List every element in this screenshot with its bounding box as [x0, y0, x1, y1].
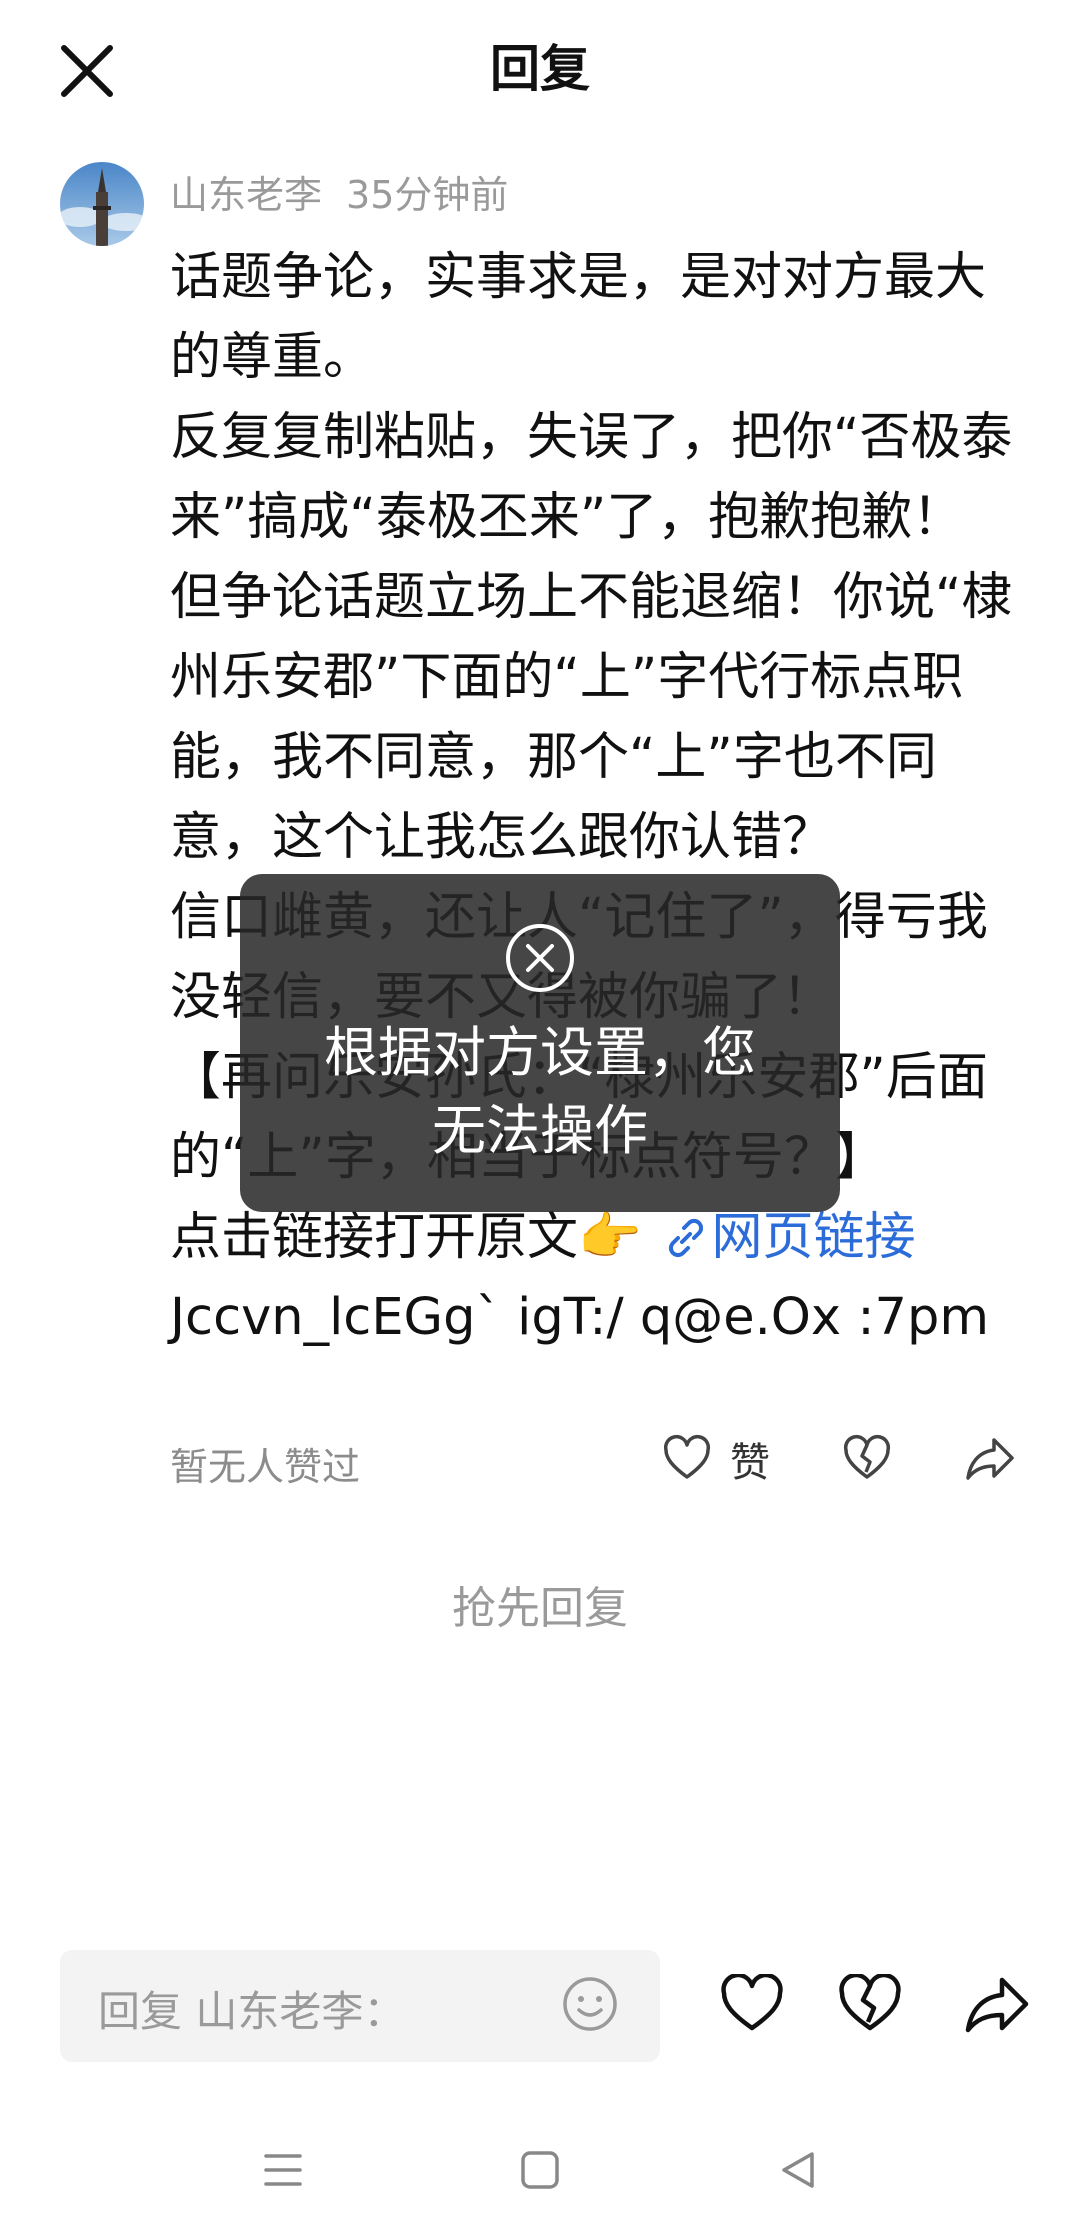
link-icon[interactable]: [664, 1216, 708, 1260]
smiley-icon: [563, 1977, 617, 2031]
comment-meta: 山东老李 35分钟前: [170, 170, 508, 220]
code-line: Jccvn_lcEGg` igT:/ q@e.Ox :7pm: [170, 1288, 990, 1347]
web-link[interactable]: 网页链接: [712, 1208, 916, 1267]
comment-paragraph: 话题争论，实事求是，是对对方最大的尊重。: [170, 248, 987, 387]
page-title: 回复: [490, 40, 590, 98]
share-icon: [965, 1977, 1029, 2033]
heart-icon: [663, 1435, 711, 1479]
toast-message: 根据对方设置，您 无法操作: [240, 1014, 840, 1170]
share-icon: [966, 1438, 1014, 1480]
reply-bar: 回复 山东老李：: [0, 1950, 1080, 2070]
circle-x-icon: [504, 922, 576, 994]
system-nav-bar: [0, 2130, 1080, 2210]
home-square-icon[interactable]: [518, 2148, 562, 2192]
comment-paragraph: 但争论话题立场上不能退缩！你说“棣州乐安郡”下面的“上”字代行标点职能，我不同意…: [170, 568, 1013, 867]
reply-placeholder: 回复 山东老李：: [98, 1987, 406, 2036]
like-button[interactable]: 赞: [662, 1430, 770, 1488]
like-label: 赞: [730, 1440, 770, 1486]
emoji-button[interactable]: [560, 1974, 620, 2034]
bottom-share-button[interactable]: [964, 1974, 1030, 2034]
comment-actions: 暂无人赞过 赞: [0, 1430, 1080, 1500]
avatar[interactable]: [60, 162, 144, 246]
reply-input[interactable]: 回复 山东老李：: [60, 1950, 660, 2062]
share-button[interactable]: [964, 1434, 1016, 1484]
link-prefix: 点击链接打开原文👉: [170, 1208, 642, 1267]
first-reply-prompt[interactable]: 抢先回复: [0, 1572, 1080, 1636]
like-count-text: 暂无人赞过: [170, 1445, 361, 1489]
broken-heart-icon: [839, 1974, 901, 2031]
toast-line: 根据对方设置，您: [324, 1021, 756, 1084]
back-triangle-icon[interactable]: [776, 2148, 820, 2192]
permission-toast: 根据对方设置，您 无法操作: [240, 874, 840, 1212]
header: 回复: [0, 0, 1080, 140]
broken-heart-icon: [843, 1435, 891, 1479]
bottom-dislike-button[interactable]: [838, 1974, 902, 2034]
dislike-button[interactable]: [842, 1434, 892, 1484]
menu-icon[interactable]: [262, 2150, 304, 2190]
comment-paragraph: 反复复制粘贴，失误了，把你“否极泰来”搞成“泰极丕来”了，抱歉抱歉！: [170, 408, 1013, 547]
bottom-like-button[interactable]: [720, 1974, 784, 2034]
toast-line: 无法操作: [432, 1099, 648, 1162]
heart-icon: [721, 1974, 783, 2031]
comment-time: 35分钟前: [346, 173, 509, 217]
author-name[interactable]: 山东老李: [170, 173, 322, 217]
